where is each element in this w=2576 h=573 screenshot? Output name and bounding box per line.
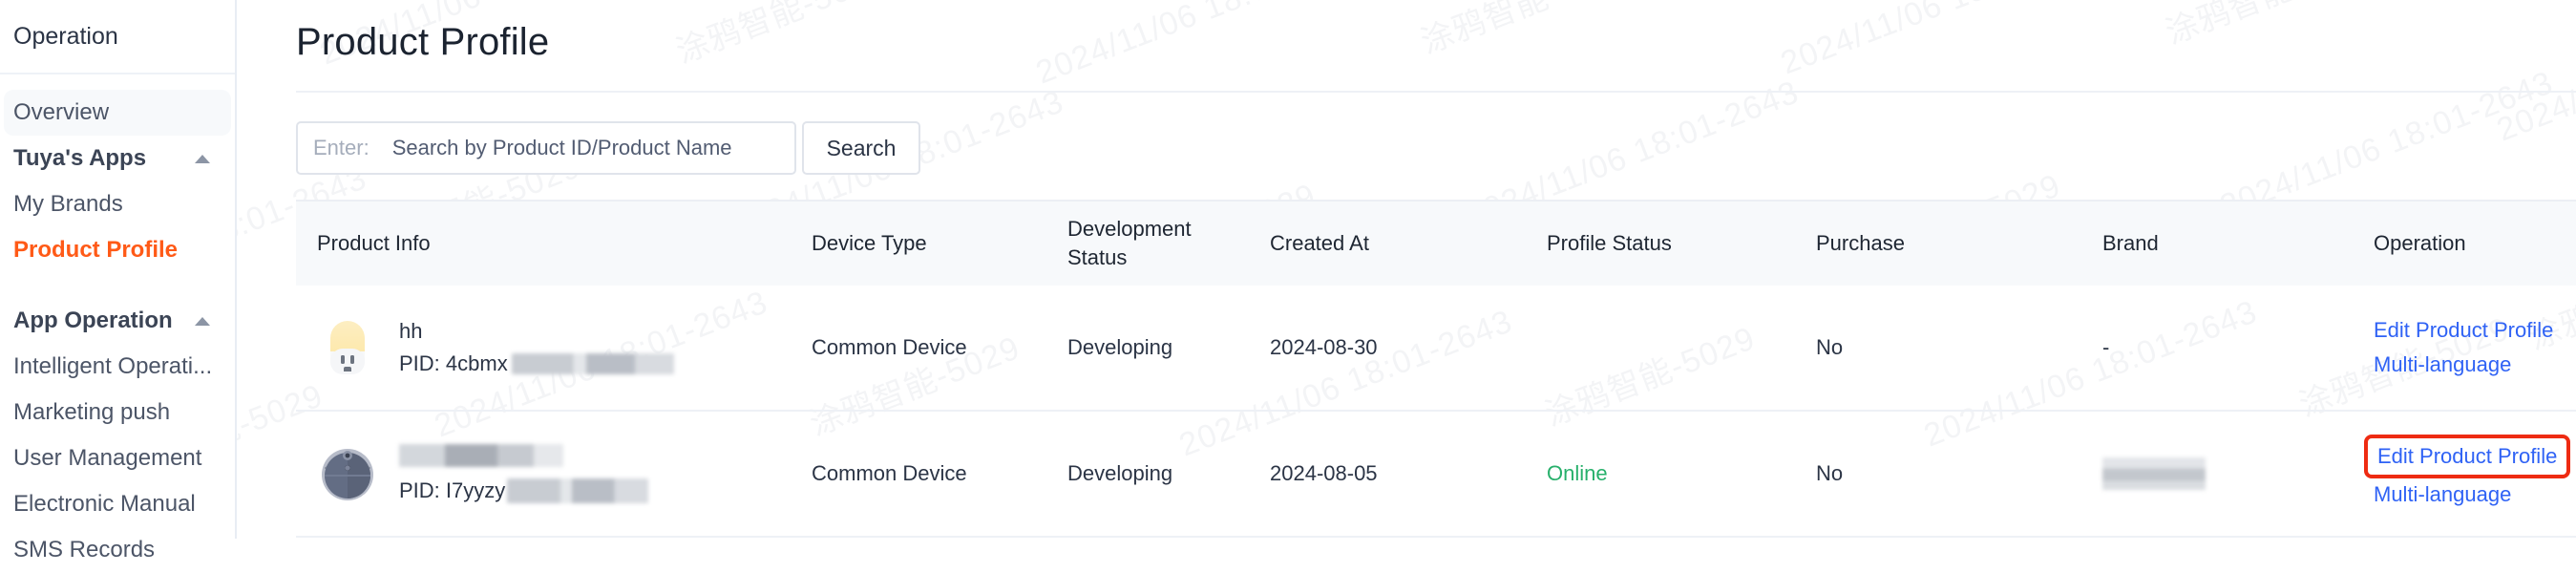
multi-language-link[interactable]: Multi-language bbox=[2374, 354, 2511, 375]
title-divider bbox=[296, 91, 2576, 93]
cell-operation: Edit Product Profile Multi-language bbox=[2364, 435, 2576, 505]
product-pid: PID: I7yyzy bbox=[399, 478, 649, 504]
sidebar-group-app-operation[interactable]: App Operation bbox=[0, 298, 235, 344]
table-row: hh PID: 4cbmx Common Device Developing 2… bbox=[296, 286, 2576, 412]
edit-product-profile-link[interactable]: Edit Product Profile bbox=[2374, 320, 2553, 341]
edit-product-profile-link[interactable]: Edit Product Profile bbox=[2364, 435, 2571, 478]
column-header-line1: Development bbox=[1067, 217, 1192, 242]
table-header-row: Product Info Device Type Development Sta… bbox=[296, 200, 2576, 286]
sidebar-item-label: SMS Records bbox=[13, 537, 156, 562]
cell-created-at: 2024-08-30 bbox=[1270, 335, 1378, 359]
sidebar-item-my-brands[interactable]: My Brands bbox=[0, 181, 235, 227]
cell-purchase: No bbox=[1816, 335, 1844, 359]
column-header-operation: Operation bbox=[2374, 231, 2466, 255]
sidebar-item-label: Overview bbox=[13, 99, 110, 125]
sidebar-item-product-profile[interactable]: Product Profile bbox=[0, 227, 235, 273]
cell-brand: - bbox=[2102, 335, 2110, 359]
product-table: Product Info Device Type Development Sta… bbox=[296, 200, 2576, 538]
sidebar-group-tuyas-apps[interactable]: Tuya's Apps bbox=[0, 136, 235, 181]
cell-purchase: No bbox=[1816, 461, 1844, 485]
sidebar-group-label: App Operation bbox=[13, 308, 173, 333]
column-header-purchase: Purchase bbox=[1816, 231, 1905, 255]
redacted-pid-value bbox=[511, 353, 674, 374]
sidebar-item-overview[interactable]: Overview bbox=[4, 90, 231, 136]
night-light-outlet-icon bbox=[317, 317, 378, 378]
sidebar-item-label: Marketing push bbox=[13, 399, 171, 425]
search-input[interactable] bbox=[390, 135, 779, 161]
sidebar-item-label: User Management bbox=[13, 445, 202, 471]
cell-created-at: 2024-08-05 bbox=[1270, 461, 1378, 485]
column-header-development-status: Development Status bbox=[1067, 215, 1270, 271]
column-header-device-type: Device Type bbox=[812, 231, 927, 255]
sidebar-header-title: Operation bbox=[13, 22, 118, 50]
sidebar-nav: Overview Tuya's Apps My Brands Product P… bbox=[0, 74, 235, 573]
product-name: hh bbox=[399, 319, 423, 343]
main-content: Product Profile Enter: Search Product In… bbox=[237, 0, 2576, 539]
redacted-pid-value bbox=[507, 478, 649, 504]
sidebar-item-sms-records[interactable]: SMS Records bbox=[0, 527, 235, 573]
table-row: PID: I7yyzy Common Device Developing 202… bbox=[296, 412, 2576, 538]
sidebar-item-intelligent-operation[interactable]: Intelligent Operati... bbox=[0, 344, 235, 390]
page-title: Product Profile bbox=[296, 21, 550, 63]
cell-profile-status: Online bbox=[1547, 461, 1608, 485]
search-field[interactable]: Enter: bbox=[296, 121, 796, 175]
column-header-created-at: Created At bbox=[1270, 231, 1369, 255]
product-pid-label: PID: I7yyzy bbox=[399, 478, 506, 503]
sidebar-item-label: Product Profile bbox=[13, 237, 179, 263]
cell-development-status: Developing bbox=[1067, 461, 1173, 485]
cell-development-status: Developing bbox=[1067, 335, 1173, 359]
product-pid-label: PID: 4cbmx bbox=[399, 351, 508, 375]
sidebar-item-label: Electronic Manual bbox=[13, 491, 196, 517]
multi-language-link[interactable]: Multi-language bbox=[2374, 484, 2511, 505]
product-pid: PID: 4cbmx bbox=[399, 353, 674, 374]
sidebar: Operation Overview Tuya's Apps My Brands… bbox=[0, 0, 237, 562]
sidebar-group-label: Tuya's Apps bbox=[13, 145, 147, 171]
search-button[interactable]: Search bbox=[802, 121, 920, 175]
redacted-brand-value bbox=[2102, 457, 2206, 490]
chevron-up-icon bbox=[195, 316, 210, 326]
column-header-profile-status: Profile Status bbox=[1547, 231, 1672, 255]
redacted-product-name bbox=[399, 444, 563, 468]
cell-product-info: hh PID: 4cbmx bbox=[296, 317, 812, 378]
sidebar-item-marketing-push[interactable]: Marketing push bbox=[0, 390, 235, 435]
cell-device-type: Common Device bbox=[812, 461, 967, 485]
sidebar-item-label: Intelligent Operati... bbox=[13, 353, 213, 379]
sidebar-item-label: My Brands bbox=[13, 191, 123, 217]
column-header-product-info: Product Info bbox=[317, 231, 431, 255]
cell-device-type: Common Device bbox=[812, 335, 967, 359]
sidebar-header: Operation bbox=[0, 0, 235, 74]
app-root: Operation Overview Tuya's Apps My Brands… bbox=[0, 0, 2576, 562]
cell-operation: Edit Product Profile Multi-language bbox=[2370, 320, 2576, 375]
sidebar-item-electronic-manual[interactable]: Electronic Manual bbox=[0, 481, 235, 527]
cell-product-info: PID: I7yyzy bbox=[296, 443, 812, 504]
search-prefix-label: Enter: bbox=[313, 136, 370, 159]
product-name bbox=[399, 444, 648, 468]
chevron-up-icon bbox=[195, 154, 210, 163]
robot-vacuum-icon bbox=[317, 443, 378, 504]
cell-brand bbox=[2102, 457, 2370, 490]
search-bar: Enter: Search bbox=[296, 121, 2576, 175]
column-header-line2: Status bbox=[1067, 245, 1128, 269]
column-header-brand: Brand bbox=[2102, 231, 2159, 255]
sidebar-item-user-management[interactable]: User Management bbox=[0, 435, 235, 481]
